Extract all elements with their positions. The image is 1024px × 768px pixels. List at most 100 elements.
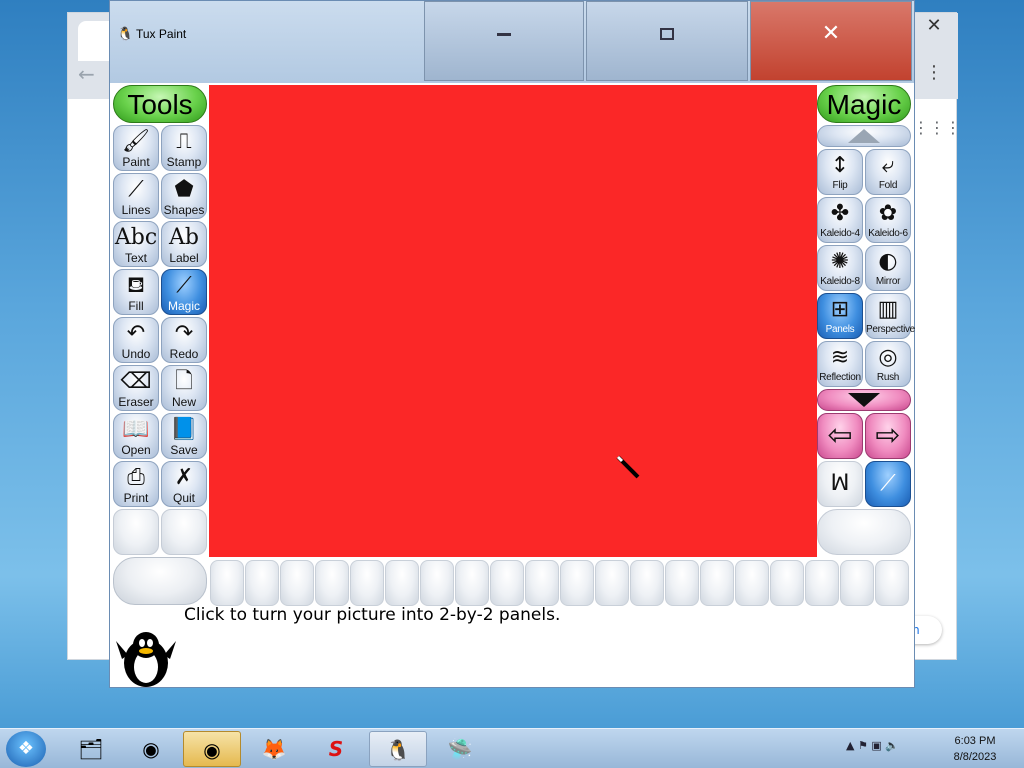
tuxpaint-app: Tools 🖌 Paint ⎍ Stamp ⟋ Lines ⬟ Shapes Abc Text Ab… — [110, 83, 915, 687]
lines-icon: ⟋ — [128, 177, 144, 202]
tray-network-icon[interactable]: ▣ — [871, 739, 881, 752]
color-slot[interactable] — [875, 560, 909, 606]
tool-paint-button[interactable]: 🖌 Paint — [113, 125, 159, 171]
rush-icon: ◎ — [878, 345, 898, 370]
tool-label: Shapes — [163, 203, 205, 217]
tray-flag-icon[interactable]: ⚑ — [858, 739, 868, 752]
clock[interactable]: 6:03 PM 8/8/2023 — [940, 733, 1010, 765]
magic-mode-fullscreen-button[interactable]: ⟋ — [865, 461, 911, 507]
color-slot[interactable] — [245, 560, 279, 606]
title-bar[interactable]: 🐧 Tux Paint ✕ — [110, 1, 914, 83]
down-arrow-icon — [848, 393, 880, 407]
tray-chevron-icon[interactable]: ▲ — [846, 739, 854, 752]
reflection-icon: ≋ — [830, 345, 850, 370]
tool-text-button[interactable]: Abc Text — [113, 221, 159, 267]
tool-shapes-button[interactable]: ⬟ Shapes — [161, 173, 207, 219]
tool-redo-button[interactable]: ↷ Redo — [161, 317, 207, 363]
tool-empty-slot — [161, 509, 207, 555]
magic-panels-button[interactable]: ⊞ Panels — [817, 293, 863, 339]
browser-menu-icon[interactable]: ⋮ — [925, 62, 943, 83]
color-slot[interactable] — [805, 560, 839, 606]
new-page-icon: 🗋 — [175, 369, 193, 394]
magic-mode-paint-button[interactable]: ꟽ — [817, 461, 863, 507]
chrome-icon: ◉ — [142, 737, 160, 761]
fold-icon: ⤶ — [881, 153, 895, 178]
system-tray[interactable]: ▲ ⚑ ▣ 🔈 — [846, 739, 899, 752]
eraser-icon: ⌫ — [120, 369, 152, 394]
tool-print-button[interactable]: ⎙ Print — [113, 461, 159, 507]
magic-rush-button[interactable]: ◎ Rush — [865, 341, 911, 387]
color-slot[interactable] — [385, 560, 419, 606]
tool-new-button[interactable]: 🗋 New — [161, 365, 207, 411]
color-slot[interactable] — [525, 560, 559, 606]
start-button[interactable]: ❖ — [6, 731, 46, 767]
magic-kaleido-4-button[interactable]: ✤ Kaleido-4 — [817, 197, 863, 243]
text-abc-icon: Abc — [114, 225, 158, 250]
color-slot[interactable] — [560, 560, 594, 606]
pentagon-icon: ⬟ — [174, 177, 194, 202]
tool-quit-button[interactable]: ✗ Quit — [161, 461, 207, 507]
next-arrow-button[interactable]: ⇨ — [865, 413, 911, 459]
maximize-button[interactable] — [586, 1, 748, 81]
color-slot[interactable] — [210, 560, 244, 606]
color-slot[interactable] — [350, 560, 384, 606]
browser-close-button[interactable]: ✕ — [915, 12, 953, 40]
tool-label-button[interactable]: Ab Label — [161, 221, 207, 267]
tool-eraser-button[interactable]: ⌫ Eraser — [113, 365, 159, 411]
minimize-button[interactable] — [424, 1, 584, 81]
tool-open-button[interactable]: 📖 Open — [113, 413, 159, 459]
open-book-icon: 📖 — [122, 417, 150, 442]
magic-fold-button[interactable]: ⤶ Fold — [865, 149, 911, 195]
magic-kaleido-6-button[interactable]: ✿ Kaleido-6 — [865, 197, 911, 243]
back-arrow-icon[interactable]: ← — [78, 62, 102, 86]
taskbar-app-ship-button[interactable]: 🛸 — [431, 731, 489, 767]
tool-save-button[interactable]: 📘 Save — [161, 413, 207, 459]
magic-label: Kaleido-4 — [820, 228, 860, 239]
color-slot[interactable] — [315, 560, 349, 606]
tool-fill-button[interactable]: ⛾ Fill — [113, 269, 159, 315]
paint-bucket-icon: ⛾ — [127, 273, 145, 298]
taskbar-tuxpaint-button[interactable]: 🐧 — [369, 731, 427, 767]
taskbar-chrome-button[interactable]: ◉ — [122, 731, 180, 767]
color-slot[interactable] — [700, 560, 734, 606]
paintbrush-icon: 🖌 — [122, 129, 150, 154]
drawing-canvas[interactable] — [209, 85, 817, 557]
tool-lines-button[interactable]: ⟋ Lines — [113, 173, 159, 219]
taskbar-firefox-button[interactable]: 🦊 — [245, 731, 303, 767]
tool-magic-button[interactable]: ⟋ Magic — [161, 269, 207, 315]
magic-flip-button[interactable]: ↕ Flip — [817, 149, 863, 195]
tool-label: Paint — [122, 155, 150, 169]
color-slot[interactable] — [420, 560, 454, 606]
magic-kaleido-8-button[interactable]: ✺ Kaleido-8 — [817, 245, 863, 291]
tool-label: Magic — [167, 299, 200, 313]
magic-mirror-button[interactable]: ◐ Mirror — [865, 245, 911, 291]
tool-label: Label — [169, 251, 199, 265]
color-slot[interactable] — [770, 560, 804, 606]
color-slot[interactable] — [840, 560, 874, 606]
color-slot[interactable] — [735, 560, 769, 606]
tool-stamp-button[interactable]: ⎍ Stamp — [161, 125, 207, 171]
magic-scroll-up-button[interactable] — [817, 125, 911, 147]
taskbar-chrome-active-button[interactable]: ◉ — [183, 731, 241, 767]
magic-scroll-down-button[interactable] — [817, 389, 911, 411]
undo-hand-icon: ↶ — [126, 321, 146, 346]
color-picker-button[interactable] — [113, 557, 207, 605]
prev-arrow-button[interactable]: ⇦ — [817, 413, 863, 459]
color-slot[interactable] — [280, 560, 314, 606]
magic-reflection-button[interactable]: ≋ Reflection — [817, 341, 863, 387]
color-slot[interactable] — [490, 560, 524, 606]
magic-perspective-button[interactable]: ▥ Perspective — [865, 293, 915, 339]
color-slot[interactable] — [595, 560, 629, 606]
close-button[interactable]: ✕ — [750, 1, 912, 81]
chrome-icon: ◉ — [203, 738, 221, 762]
taskbar-explorer-button[interactable]: 🗂 — [62, 731, 120, 767]
color-slot[interactable] — [665, 560, 699, 606]
taskbar-app-s-button[interactable]: S — [307, 731, 365, 767]
tray-volume-icon[interactable]: 🔈 — [885, 739, 899, 752]
color-slot[interactable] — [455, 560, 489, 606]
mirror-icon: ◐ — [878, 249, 898, 274]
tool-undo-button[interactable]: ↶ Undo — [113, 317, 159, 363]
apps-grid-icon[interactable]: ⋮⋮⋮ — [913, 118, 961, 137]
status-message: Click to turn your picture into 2-by-2 p… — [184, 605, 561, 625]
color-slot[interactable] — [630, 560, 664, 606]
